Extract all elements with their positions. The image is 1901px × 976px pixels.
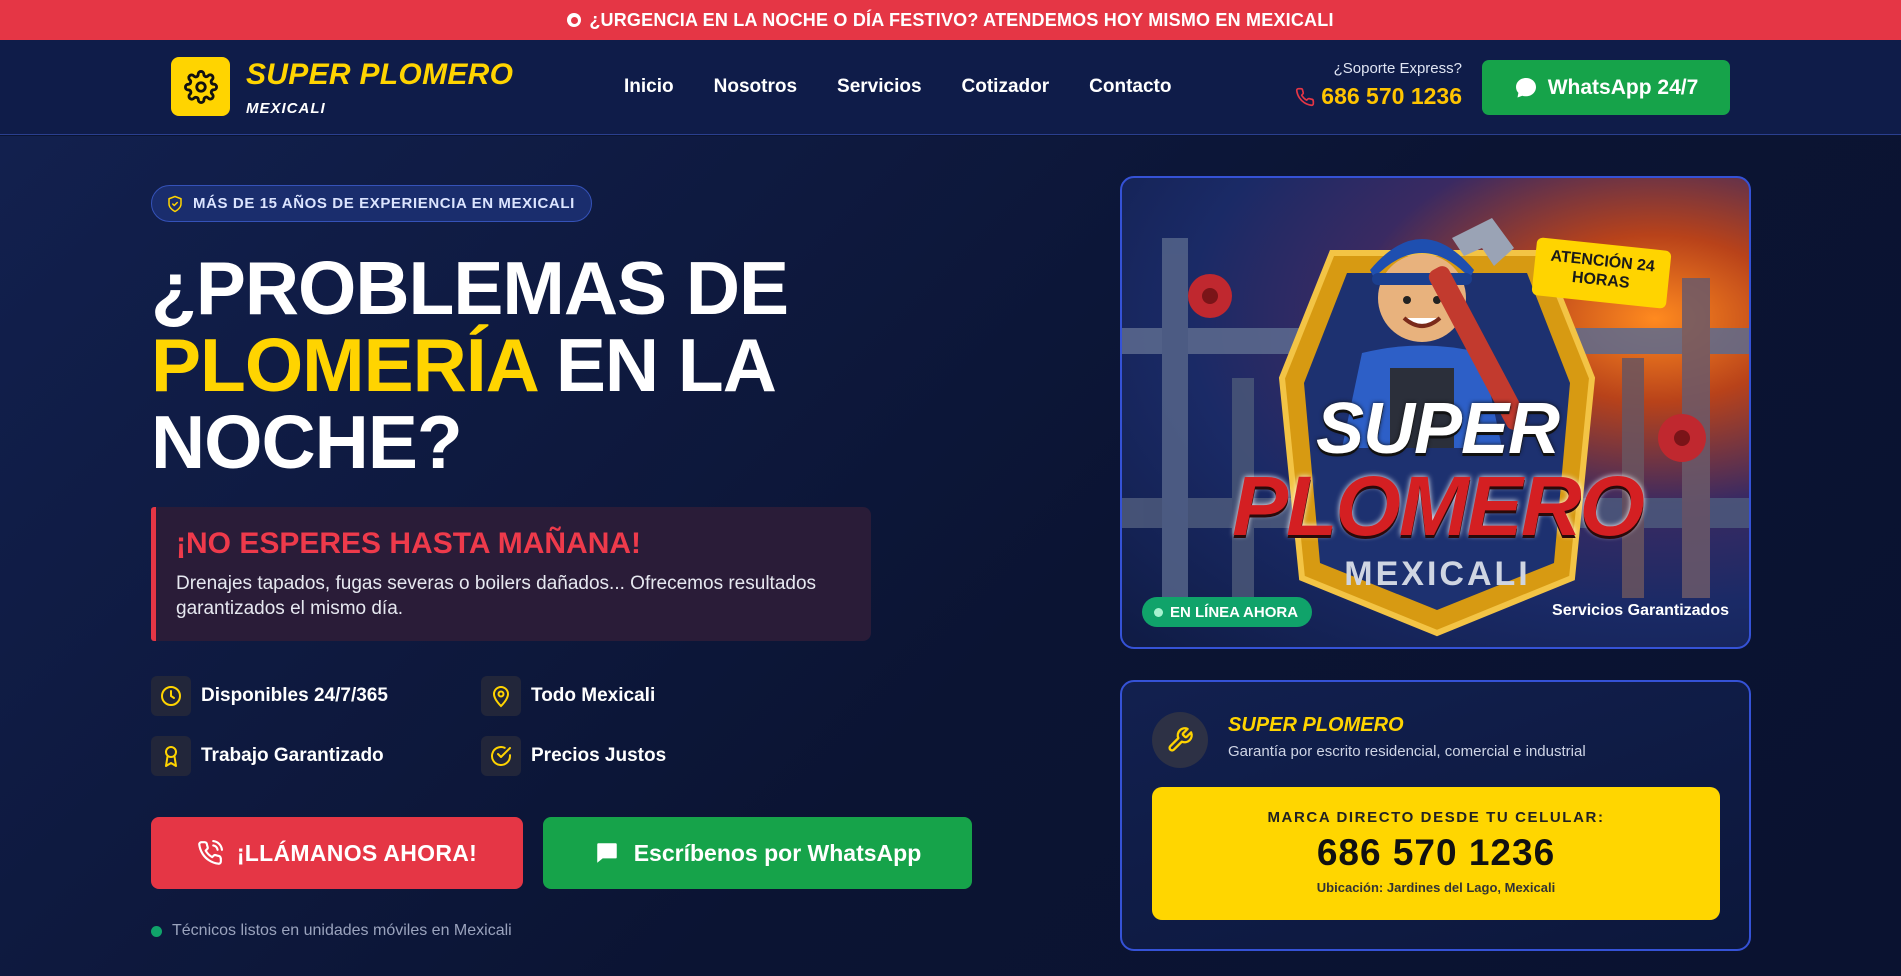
nav-link-servicios[interactable]: Servicios [837,76,922,98]
record-dot-icon [567,13,582,27]
support-phone-number: 686 570 1236 [1321,83,1462,109]
urgency-text: ¿URGENCIA EN LA NOCHE O DÍA FESTIVO? ATE… [589,9,1334,30]
hero-headline: ¿PROBLEMAS DE PLOMERÍA EN LA NOCHE? [151,250,931,481]
site-header: SUPER PLOMERO MEXICALI Inicio Nosotros S… [0,40,1901,135]
direct-call-label: MARCA DIRECTO DESDE TU CELULAR: [1267,809,1605,826]
urgency-alert-box: ¡NO ESPERES HASTA MAÑANA! Drenajes tapad… [151,507,871,641]
feature-label: Precios Justos [531,745,667,766]
gear-icon [183,69,218,104]
headline-part3: NOCHE? [151,400,463,484]
mascot-image-card: ATENCIÓN 24 HORAS SUPER PLOMERO MEXICALI… [1120,176,1751,649]
headline-part1: ¿PROBLEMAS DE [151,246,789,330]
status-dot-icon [151,925,162,937]
contact-info-card: SUPER PLOMERO Garantía por escrito resid… [1120,680,1751,951]
message-square-icon [596,843,617,863]
feature-label: Trabajo Garantizado [201,745,384,766]
image-caption: Servicios Garantizados [1552,602,1729,619]
call-now-label: ¡LLÁMANOS AHORA! [236,839,478,866]
phone-call-icon [198,840,223,865]
feature-label: Todo Mexicali [531,685,656,706]
phone-icon [1296,87,1315,106]
check-circle-icon [481,736,521,776]
support-phone-link[interactable]: 686 570 1236 [1295,83,1462,110]
info-card-subtitle: Garantía por escrito residencial, comerc… [1228,743,1586,760]
attention-badge-text: ATENCIÓN 24 HORAS [1549,247,1656,292]
technicians-note: Técnicos listos en unidades móviles en M… [151,922,512,940]
header-whatsapp-button[interactable]: WhatsApp 24/7 [1482,60,1730,115]
location-text: Ubicación: Jardines del Lago, Mexicali [1316,880,1556,895]
feature-coverage: Todo Mexicali [481,676,655,716]
brand-name[interactable]: SUPER PLOMERO [246,58,513,92]
main-nav: Inicio Nosotros Servicios Cotizador Cont… [624,76,1171,98]
online-status-badge: EN LÍNEA AHORA [1142,597,1313,627]
valve-left [1188,274,1232,318]
alert-title: ¡NO ESPERES HASTA MAÑANA! [176,527,642,560]
headline-part2: EN LA [555,323,777,407]
chat-bubble-icon [1515,77,1536,97]
feature-prices: Precios Justos [481,736,666,776]
direct-call-box[interactable]: MARCA DIRECTO DESDE TU CELULAR: 686 570 … [1152,787,1720,920]
wrench-icon [1152,712,1208,768]
feature-label: Disponibles 24/7/365 [201,685,388,706]
experience-badge: MÁS DE 15 AÑOS DE EXPERIENCIA EN MEXICAL… [151,185,592,222]
direct-call-number[interactable]: 686 570 1236 [1152,832,1720,874]
technicians-note-text: Técnicos listos en unidades móviles en M… [172,922,512,939]
nav-link-contacto[interactable]: Contacto [1089,76,1171,98]
headline-highlight: PLOMERÍA [151,323,537,407]
call-now-button[interactable]: ¡LLÁMANOS AHORA! [151,817,523,889]
header-whatsapp-label: WhatsApp 24/7 [1547,75,1699,99]
clock-icon [151,676,191,716]
top-urgency-banner: ¿URGENCIA EN LA NOCHE O DÍA FESTIVO? ATE… [0,0,1901,40]
info-card-title: SUPER PLOMERO [1228,714,1404,736]
logo-badge[interactable] [171,57,230,116]
mascot-logo-line2: PLOMERO [1232,459,1645,553]
experience-badge-text: MÁS DE 15 AÑOS DE EXPERIENCIA EN MEXICAL… [193,195,575,212]
nav-link-nosotros[interactable]: Nosotros [714,76,797,98]
nav-link-cotizador[interactable]: Cotizador [962,76,1050,98]
award-icon [151,736,191,776]
feature-guarantee: Trabajo Garantizado [151,736,384,776]
brand-city: MEXICALI [246,100,326,117]
alert-body: Drenajes tapados, fugas severas o boiler… [176,573,817,619]
whatsapp-cta-button[interactable]: Escríbenos por WhatsApp [543,817,972,889]
feature-availability: Disponibles 24/7/365 [151,676,388,716]
mascot-logo-line3: MEXICALI [1344,555,1531,593]
map-pin-icon [481,676,521,716]
shield-check-icon [168,195,182,212]
online-dot-icon [1154,607,1163,617]
support-label: ¿Soporte Express? [1333,60,1462,77]
online-status-text: EN LÍNEA AHORA [1170,603,1299,621]
whatsapp-cta-label: Escríbenos por WhatsApp [633,839,922,866]
nav-link-inicio[interactable]: Inicio [624,76,674,98]
